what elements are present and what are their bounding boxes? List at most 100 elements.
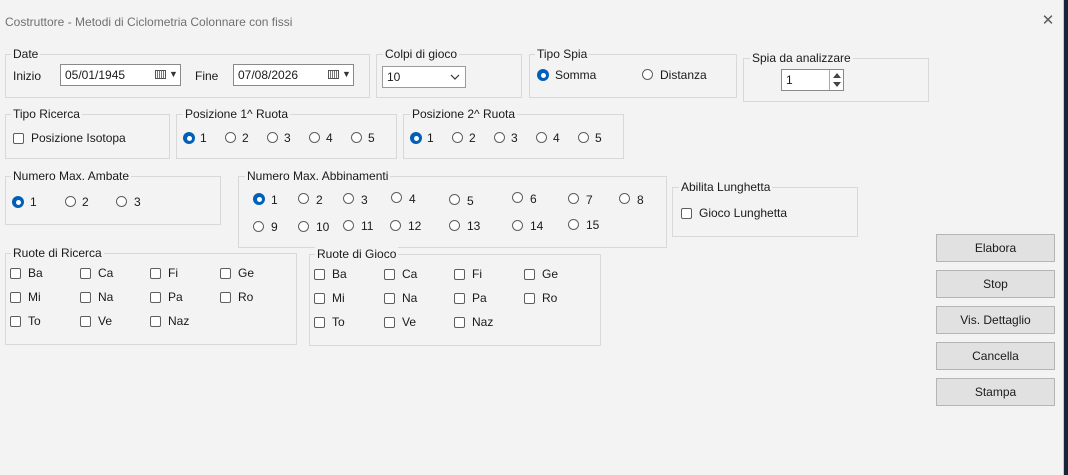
gioco-label-fi: Fi (472, 267, 482, 281)
ambate-group-title: Numero Max. Ambate (11, 169, 132, 183)
gioco-label-ro: Ro (542, 291, 558, 305)
posizione-isotopa-label: Posizione Isotopa (31, 131, 126, 145)
chevron-down-icon[interactable]: ▼ (342, 69, 351, 79)
ricerca-label-mi: Mi (28, 290, 41, 304)
colpi-select[interactable]: 10 (382, 66, 466, 88)
abb-radio-14-label: 14 (530, 219, 544, 233)
pos1-radio-2[interactable] (225, 132, 236, 143)
abb-radio-14[interactable] (512, 220, 523, 231)
pos2-radio-3[interactable] (494, 132, 505, 143)
spinner-up-icon[interactable] (833, 72, 841, 78)
ricerca-checkbox-pa[interactable] (150, 292, 161, 303)
ricerca-checkbox-ro[interactable] (220, 292, 231, 303)
calendar-icon[interactable] (328, 70, 339, 79)
abb-radio-4[interactable] (391, 192, 402, 203)
abb-radio-1[interactable] (253, 193, 265, 205)
abb-radio-8[interactable] (619, 193, 630, 204)
abb-radio-5[interactable] (449, 194, 460, 205)
abb-radio-4-label: 4 (409, 192, 416, 206)
stop-button[interactable]: Stop (936, 270, 1055, 298)
gioco-checkbox-to[interactable] (314, 317, 325, 328)
pos1-radio-5-label: 5 (368, 131, 375, 145)
chevron-down-icon[interactable] (450, 74, 460, 81)
abb-radio-7[interactable] (568, 193, 579, 204)
cancella-button[interactable]: Cancella (936, 342, 1055, 370)
abb-radio-13[interactable] (449, 220, 460, 231)
ruote-gioco-group-title: Ruote di Gioco (315, 247, 399, 261)
pos2-radio-1[interactable] (410, 132, 422, 144)
gioco-checkbox-na[interactable] (384, 293, 395, 304)
gioco-checkbox-ba[interactable] (314, 269, 325, 280)
spinner-down-icon[interactable] (833, 82, 841, 88)
vis-dettaglio-button[interactable]: Vis. Dettaglio (936, 306, 1055, 334)
abb-radio-15[interactable] (568, 219, 579, 230)
ricerca-checkbox-na[interactable] (80, 292, 91, 303)
pos1-radio-5[interactable] (351, 132, 362, 143)
tipo-ricerca-group-title: Tipo Ricerca (11, 107, 82, 121)
abbinamenti-group-title: Numero Max. Abbinamenti (245, 169, 391, 183)
gioco-lunghetta-checkbox[interactable] (681, 208, 692, 219)
abb-radio-12-label: 12 (408, 219, 422, 233)
ambate-radio-3[interactable] (116, 196, 127, 207)
elabora-button[interactable]: Elabora (936, 234, 1055, 262)
gioco-lunghetta-label: Gioco Lunghetta (699, 206, 788, 220)
abb-radio-10[interactable] (298, 221, 309, 232)
ricerca-label-ba: Ba (28, 266, 43, 280)
pos1-radio-4[interactable] (309, 132, 320, 143)
start-date-picker[interactable]: 05/01/1945 ▼ (60, 64, 181, 86)
ricerca-checkbox-fi[interactable] (150, 268, 161, 279)
abb-radio-15-label: 15 (586, 218, 600, 232)
end-date-value: 07/08/2026 (238, 68, 299, 82)
abb-radio-10-label: 10 (316, 220, 330, 234)
pos2-radio-1-label: 1 (427, 131, 434, 145)
ricerca-label-na: Na (98, 290, 114, 304)
gioco-checkbox-ge[interactable] (524, 269, 535, 280)
calendar-icon[interactable] (155, 70, 166, 79)
gioco-checkbox-pa[interactable] (454, 293, 465, 304)
gioco-checkbox-naz[interactable] (454, 317, 465, 328)
dialog-window: Costruttore - Metodi di Ciclometria Colo… (0, 0, 1064, 475)
gioco-checkbox-mi[interactable] (314, 293, 325, 304)
pos2-radio-5[interactable] (578, 132, 589, 143)
ricerca-checkbox-ge[interactable] (220, 268, 231, 279)
pos1-radio-1[interactable] (183, 132, 195, 144)
ricerca-checkbox-ca[interactable] (80, 268, 91, 279)
abb-radio-2[interactable] (298, 193, 309, 204)
ambate-radio-2[interactable] (65, 196, 76, 207)
gioco-checkbox-ro[interactable] (524, 293, 535, 304)
abb-radio-9-label: 9 (271, 220, 278, 234)
abb-radio-6-label: 6 (530, 192, 537, 206)
ricerca-checkbox-to[interactable] (10, 316, 21, 327)
radio-distanza[interactable] (642, 69, 653, 80)
abb-radio-9[interactable] (253, 221, 264, 232)
abb-radio-6[interactable] (512, 192, 523, 203)
gioco-checkbox-fi[interactable] (454, 269, 465, 280)
ricerca-checkbox-ba[interactable] (10, 268, 21, 279)
abb-radio-3-label: 3 (361, 193, 368, 207)
pos1-radio-2-label: 2 (242, 131, 249, 145)
spia-spinner[interactable]: 1 (781, 69, 844, 91)
abb-radio-12[interactable] (390, 220, 401, 231)
colpi-value: 10 (387, 70, 401, 84)
end-date-picker[interactable]: 07/08/2026 ▼ (233, 64, 354, 86)
posizione-isotopa-checkbox[interactable] (13, 133, 24, 144)
gioco-checkbox-ve[interactable] (384, 317, 395, 328)
pos1-radio-3[interactable] (267, 132, 278, 143)
close-icon[interactable]: ✕ (1040, 13, 1056, 29)
gioco-checkbox-ca[interactable] (384, 269, 395, 280)
ricerca-checkbox-naz[interactable] (150, 316, 161, 327)
tipo-spia-group-title: Tipo Spia (535, 47, 590, 61)
pos2-radio-4[interactable] (536, 132, 547, 143)
pos2-radio-2[interactable] (452, 132, 463, 143)
radio-somma[interactable] (537, 69, 549, 81)
ambate-radio-1[interactable] (12, 196, 24, 208)
ricerca-checkbox-ve[interactable] (80, 316, 91, 327)
start-date-label: Inizio (13, 69, 42, 83)
abb-radio-11[interactable] (343, 220, 354, 231)
chevron-down-icon[interactable]: ▼ (169, 69, 178, 79)
gioco-label-mi: Mi (332, 291, 345, 305)
ricerca-checkbox-mi[interactable] (10, 292, 21, 303)
abbinamenti-group (238, 176, 667, 248)
stampa-button[interactable]: Stampa (936, 378, 1055, 406)
abb-radio-3[interactable] (343, 193, 354, 204)
